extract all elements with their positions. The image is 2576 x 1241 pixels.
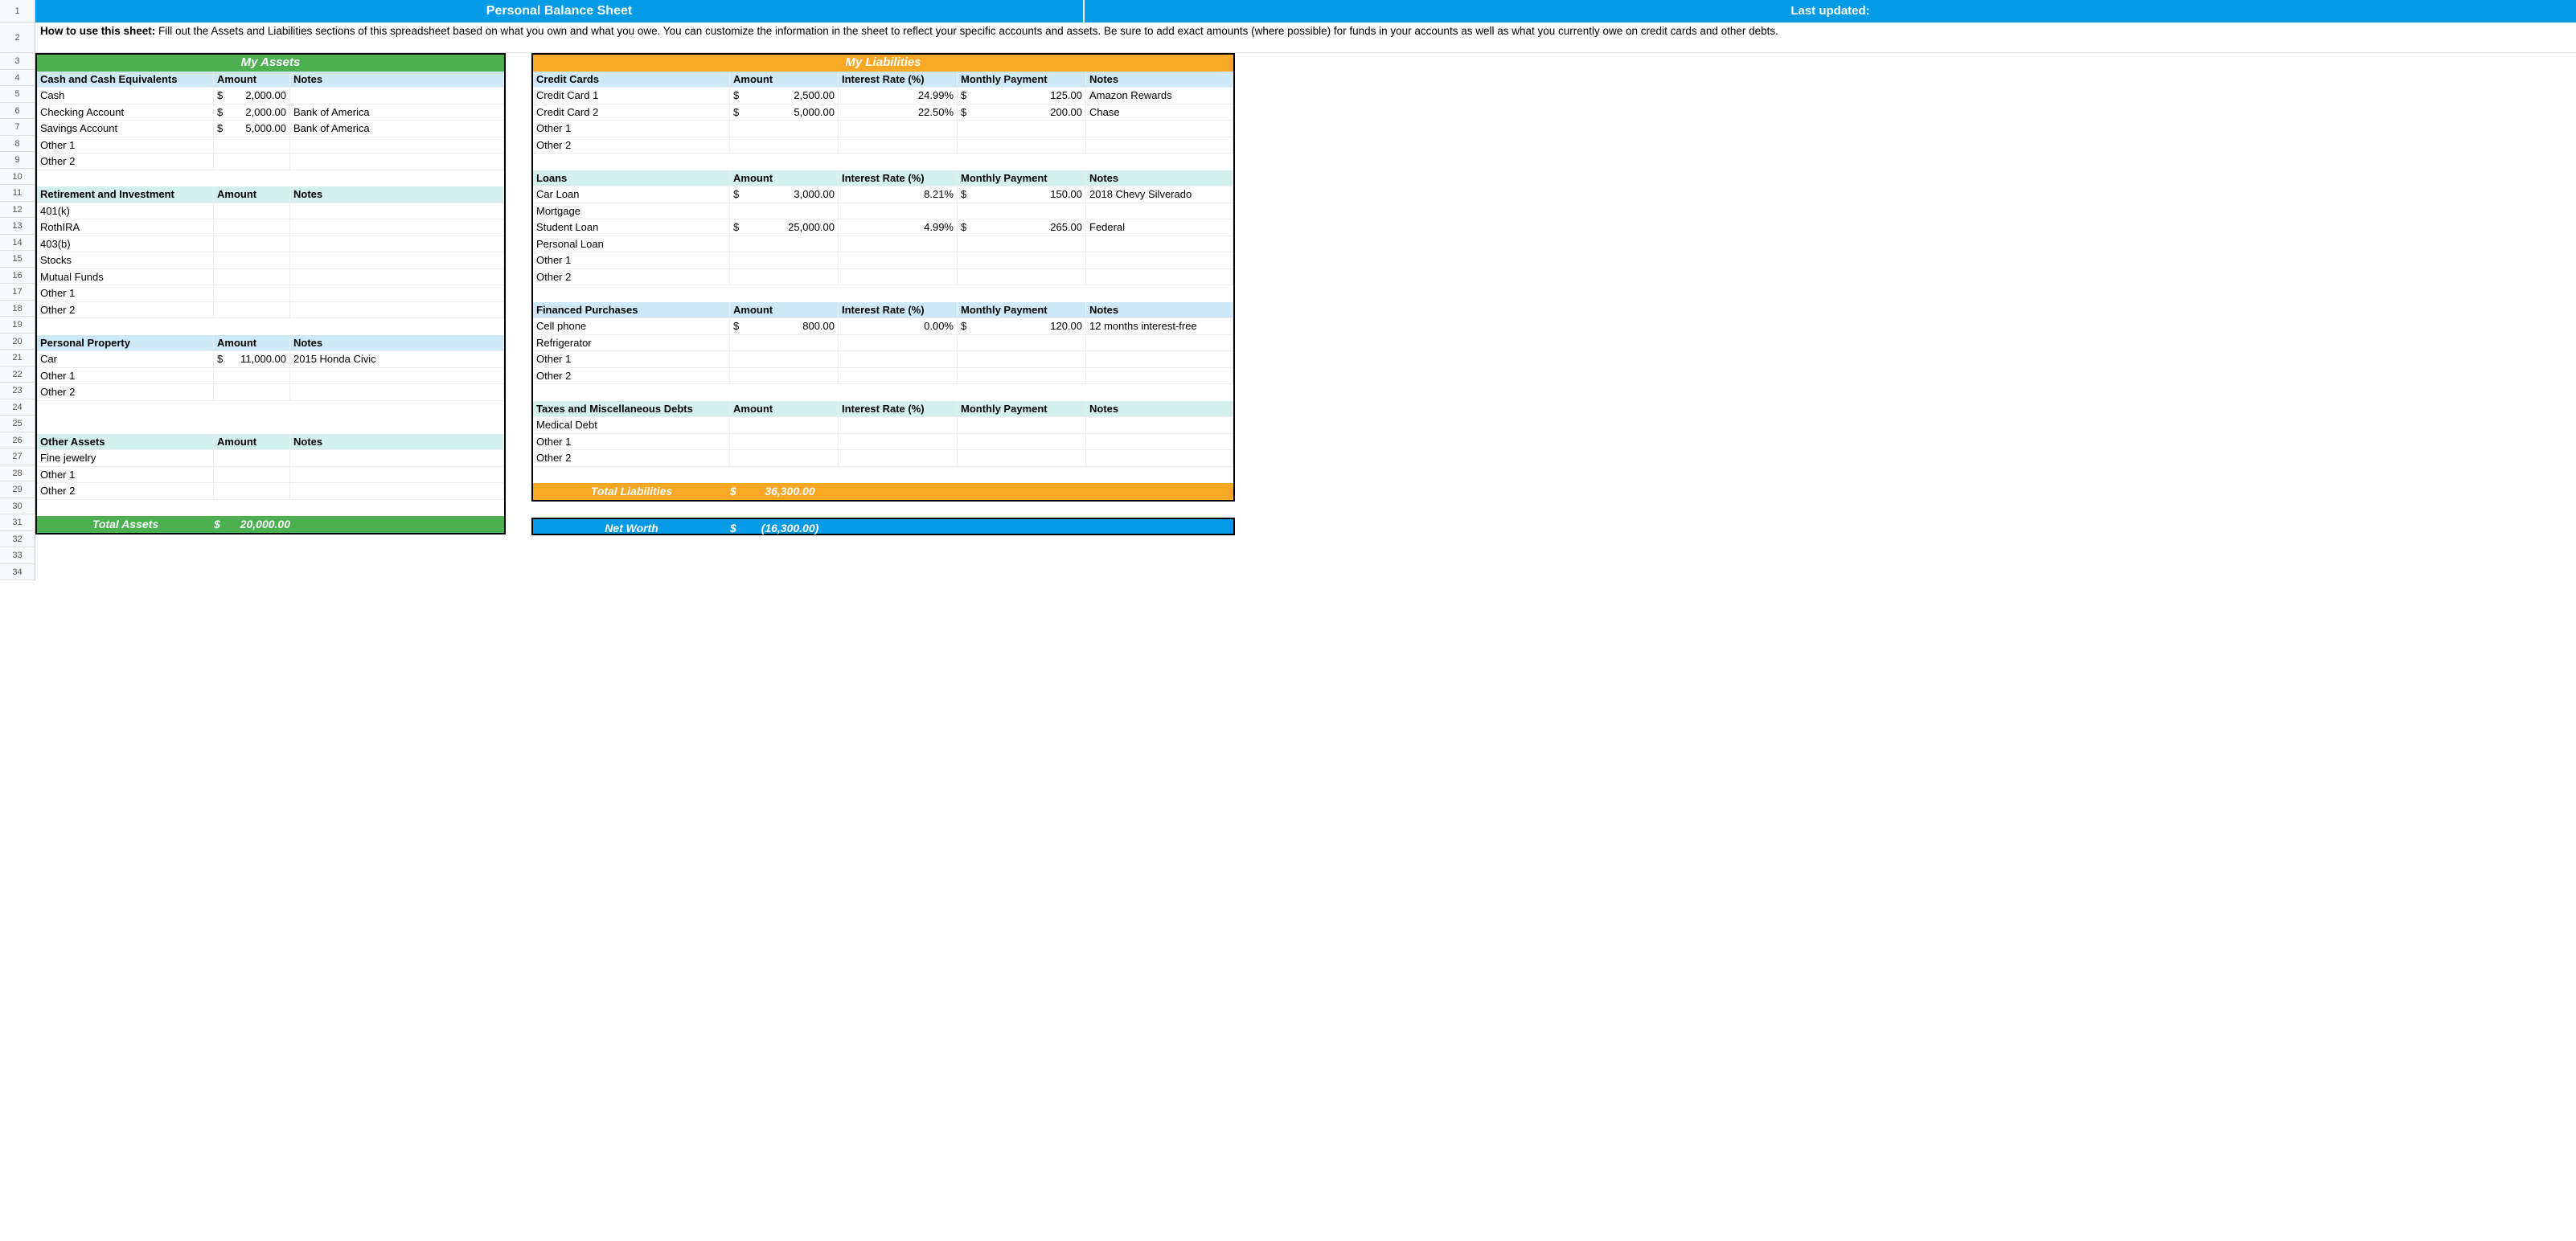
asset-row[interactable]: RothIRA [37, 219, 504, 236]
row-header[interactable]: 20 [0, 334, 35, 350]
liability-row[interactable]: Other 1 [533, 434, 1233, 451]
asset-row[interactable]: Other 2 [37, 154, 504, 170]
liability-row[interactable]: Credit Card 1$2,500.0024.99%$125.00Amazo… [533, 88, 1233, 104]
liab-loans-header[interactable]: Loans Amount Interest Rate (%) Monthly P… [533, 170, 1233, 187]
sheet-title[interactable]: Personal Balance Sheet [35, 0, 1085, 23]
intro-cell[interactable]: How to use this sheet: Fill out the Asse… [35, 23, 2576, 53]
asset-row[interactable]: Other 1 [37, 137, 504, 154]
liability-row[interactable]: Other 1 [533, 252, 1233, 269]
assets-retire-header[interactable]: Retirement and Investment Amount Notes [37, 186, 504, 203]
spreadsheet: 1 2 3 4 5 6 7 8 9 10 11 12 13 14 15 16 1… [0, 0, 2576, 580]
liability-row[interactable]: Other 2 [533, 368, 1233, 385]
last-updated-label[interactable]: Last updated: [1085, 0, 2576, 23]
row-header[interactable]: 15 [0, 251, 35, 268]
row-header[interactable]: 8 [0, 136, 35, 153]
row-header[interactable]: 28 [0, 465, 35, 482]
asset-row[interactable]: Other 1 [37, 467, 504, 484]
row-header[interactable]: 9 [0, 152, 35, 169]
row-header[interactable]: 30 [0, 498, 35, 515]
sheet-content: Personal Balance Sheet Last updated: How… [35, 0, 2576, 580]
liability-row[interactable]: Student Loan$25,000.004.99%$265.00Federa… [533, 219, 1233, 236]
intro-bold: How to use this sheet: [40, 25, 155, 37]
row-header[interactable]: 4 [0, 70, 35, 87]
liability-row[interactable]: Other 1 [533, 351, 1233, 368]
row-header[interactable]: 19 [0, 317, 35, 334]
liability-row[interactable]: Other 2 [533, 137, 1233, 154]
row-header[interactable]: 6 [0, 103, 35, 120]
asset-row[interactable]: Fine jewelry [37, 450, 504, 467]
liability-row[interactable]: Medical Debt [533, 417, 1233, 434]
row-header[interactable]: 32 [0, 531, 35, 548]
row-header-column: 1 2 3 4 5 6 7 8 9 10 11 12 13 14 15 16 1… [0, 0, 35, 580]
row-header[interactable]: 33 [0, 547, 35, 564]
liability-row[interactable]: Mortgage [533, 203, 1233, 220]
row-header[interactable]: 5 [0, 86, 35, 103]
assets-cash-header[interactable]: Cash and Cash Equivalents Amount Notes [37, 72, 504, 88]
asset-row[interactable]: Other 2 [37, 384, 504, 401]
asset-row[interactable]: Other 1 [37, 285, 504, 302]
row-header[interactable]: 24 [0, 399, 35, 416]
row-header[interactable]: 2 [0, 23, 35, 53]
asset-row[interactable]: 403(b) [37, 236, 504, 253]
asset-row[interactable]: Other 1 [37, 368, 504, 385]
asset-row[interactable]: Other 2 [37, 483, 504, 500]
asset-row[interactable]: Savings Account$5,000.00Bank of America [37, 121, 504, 137]
row-header[interactable]: 27 [0, 448, 35, 465]
row-header[interactable]: 18 [0, 301, 35, 317]
row-header[interactable]: 12 [0, 202, 35, 219]
row-header[interactable]: 3 [0, 53, 35, 70]
liability-row[interactable]: Car Loan$3,000.008.21%$150.002018 Chevy … [533, 186, 1233, 203]
asset-row[interactable]: 401(k) [37, 203, 504, 220]
liability-row[interactable]: Other 2 [533, 269, 1233, 286]
liabilities-column: My Liabilities Credit Cards Amount Inter… [531, 53, 1235, 535]
row-header[interactable]: 10 [0, 169, 35, 186]
row-header[interactable]: 21 [0, 350, 35, 367]
liab-fin-header[interactable]: Financed Purchases Amount Interest Rate … [533, 302, 1233, 319]
liability-row[interactable]: Personal Loan [533, 236, 1233, 253]
liab-tax-header[interactable]: Taxes and Miscellaneous Debts Amount Int… [533, 401, 1233, 418]
total-assets-row[interactable]: Total Assets $20,000.00 [37, 516, 504, 533]
row-header[interactable]: 7 [0, 119, 35, 136]
row-header[interactable]: 13 [0, 218, 35, 235]
row-header[interactable]: 23 [0, 383, 35, 399]
asset-row[interactable]: Mutual Funds [37, 269, 504, 286]
total-liab-row[interactable]: Total Liabilities $36,300.00 [533, 483, 1233, 500]
liability-row[interactable]: Cell phone$800.000.00%$120.0012 months i… [533, 318, 1233, 335]
liab-cc-header[interactable]: Credit Cards Amount Interest Rate (%) Mo… [533, 72, 1233, 88]
row-header[interactable]: 34 [0, 564, 35, 581]
net-worth-row[interactable]: Net Worth $(16,300.00) [531, 518, 1235, 535]
liability-row[interactable]: Refrigerator [533, 335, 1233, 352]
row-header[interactable]: 25 [0, 416, 35, 432]
asset-row[interactable]: Car$11,000.002015 Honda Civic [37, 351, 504, 368]
asset-row[interactable]: Other 2 [37, 302, 504, 319]
asset-row[interactable]: Cash$2,000.00 [37, 88, 504, 104]
row-header[interactable]: 22 [0, 367, 35, 383]
row-header[interactable]: 1 [0, 0, 35, 23]
row-header[interactable]: 16 [0, 268, 35, 285]
row-header[interactable]: 26 [0, 432, 35, 449]
row-header[interactable]: 29 [0, 481, 35, 498]
liab-title[interactable]: My Liabilities [533, 55, 1233, 72]
row-header[interactable]: 31 [0, 514, 35, 531]
assets-title[interactable]: My Assets [37, 55, 504, 72]
assets-prop-header[interactable]: Personal Property Amount Notes [37, 335, 504, 352]
liability-row[interactable]: Other 1 [533, 121, 1233, 137]
assets-column: My Assets Cash and Cash Equivalents Amou… [35, 53, 506, 535]
row-header[interactable]: 14 [0, 235, 35, 252]
asset-row[interactable]: Stocks [37, 252, 504, 269]
assets-other-header[interactable]: Other Assets Amount Notes [37, 434, 504, 451]
liability-row[interactable]: Credit Card 2$5,000.0022.50%$200.00Chase [533, 104, 1233, 121]
row-header[interactable]: 11 [0, 185, 35, 202]
asset-row[interactable]: Checking Account$2,000.00Bank of America [37, 104, 504, 121]
row-header[interactable]: 17 [0, 284, 35, 301]
liability-row[interactable]: Other 2 [533, 450, 1233, 467]
intro-text: Fill out the Assets and Liabilities sect… [155, 25, 1778, 37]
